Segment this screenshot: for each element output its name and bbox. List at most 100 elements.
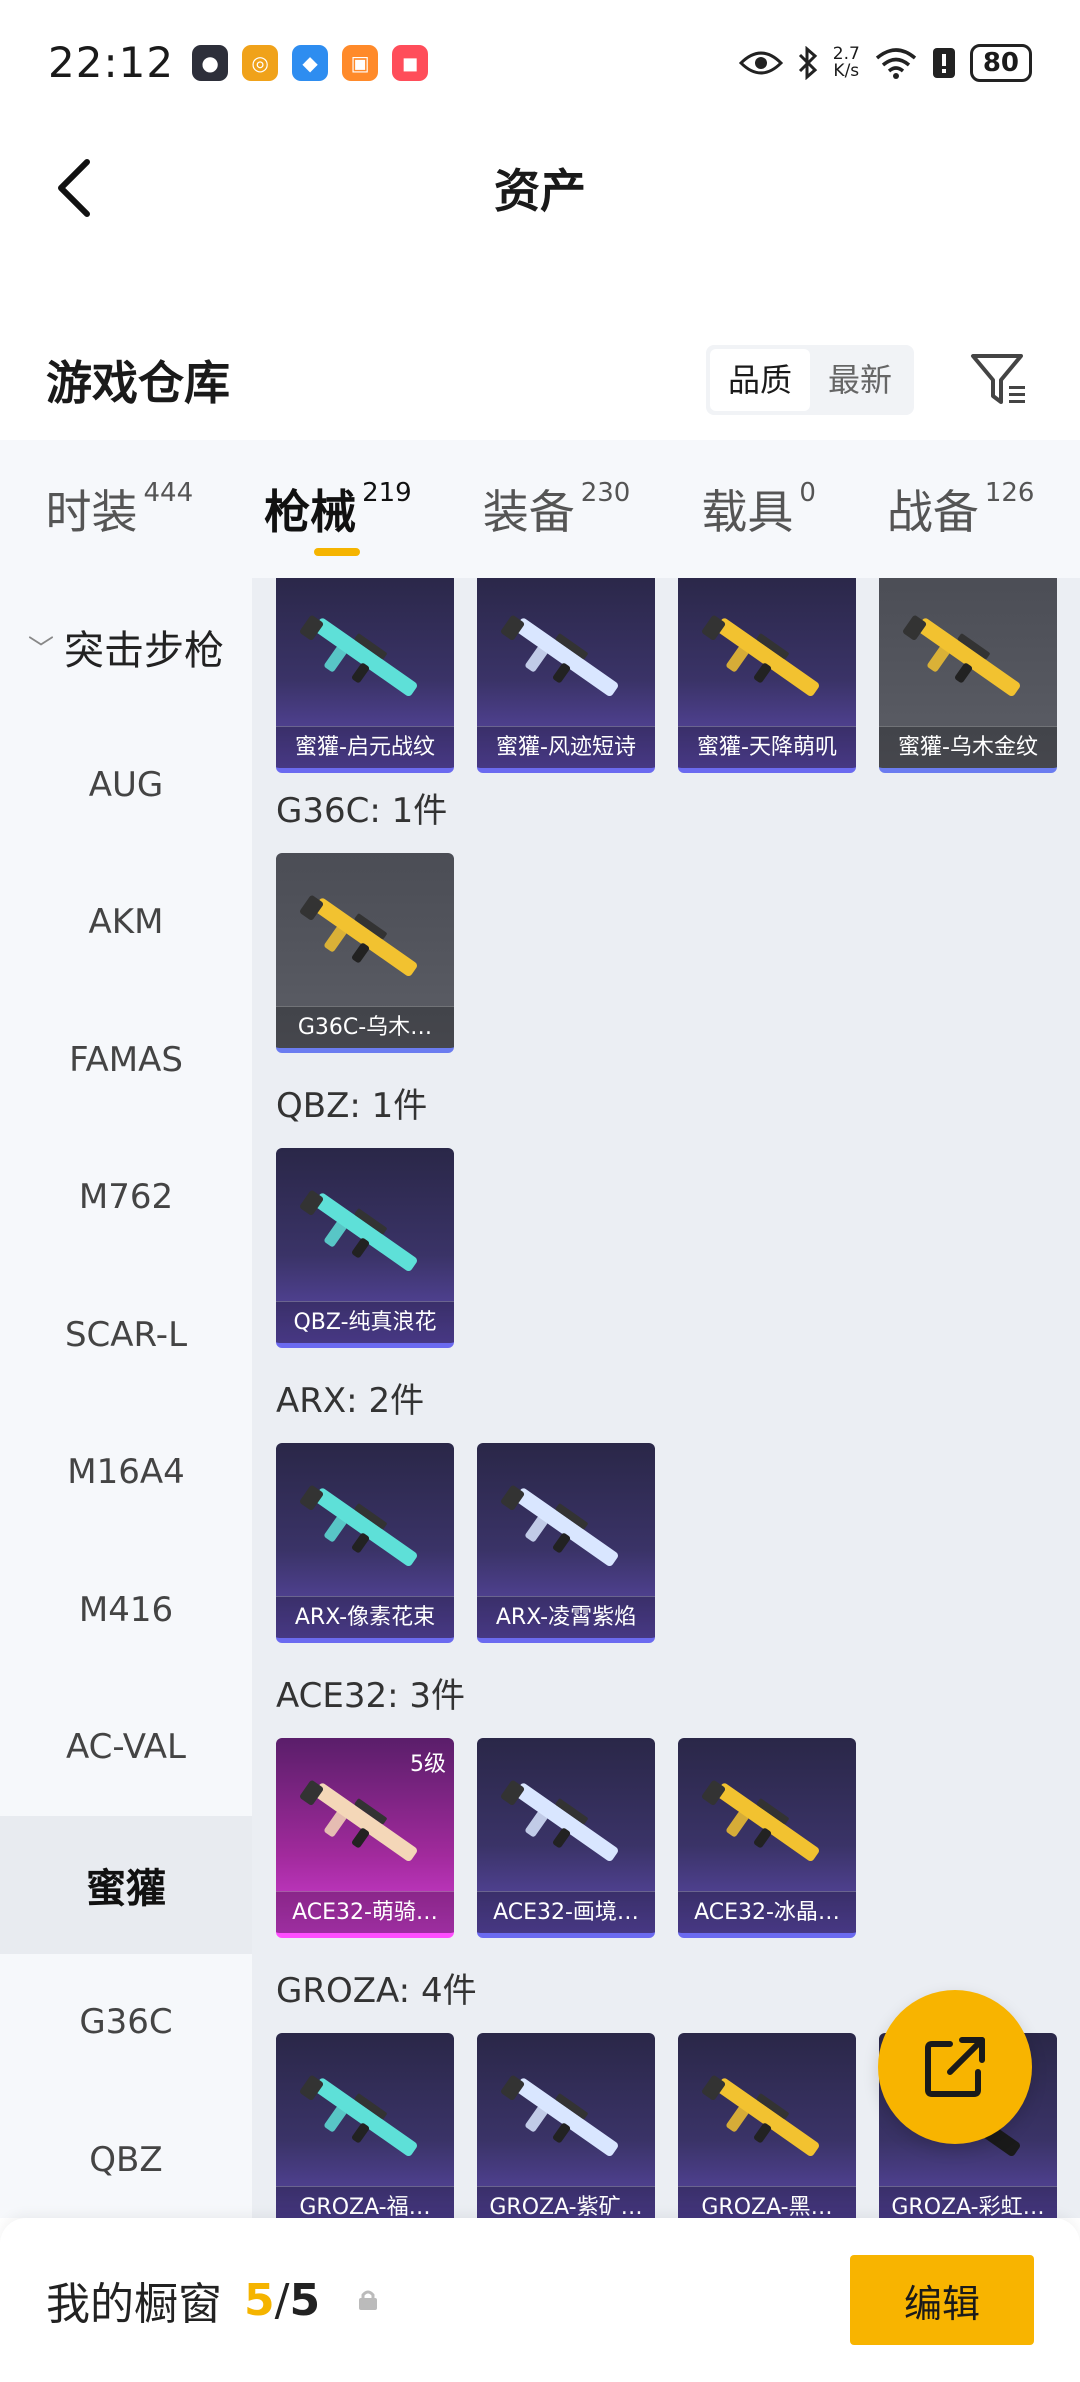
lock-icon [356, 2288, 380, 2312]
gun-skin-image [300, 1190, 417, 1272]
skin-name: ACE32-画境… [477, 1891, 655, 1933]
status-right: 2.7 K/s 80 [738, 43, 1032, 82]
back-button[interactable] [40, 153, 110, 223]
skin-name: 蜜獾-启元战纹 [276, 726, 454, 768]
sidebar-item-famas[interactable]: FAMAS [0, 991, 252, 1129]
share-out-icon [925, 2037, 985, 2097]
alert-icon [932, 47, 955, 78]
skin-card[interactable]: ACE32-冰晶… [678, 1738, 856, 1938]
gun-skin-image [702, 615, 819, 697]
group-title: ARX: 2件 [276, 1381, 425, 1421]
skin-name: 蜜獾-风迹短诗 [477, 726, 655, 768]
sidebar-item-ac-val[interactable]: AC-VAL [0, 1679, 252, 1817]
tab-label: 载具 [701, 485, 794, 539]
skin-level-badge: 5级 [410, 1752, 446, 1777]
gun-skin-image [501, 1780, 618, 1862]
share-button[interactable] [878, 1990, 1032, 2144]
skin-card[interactable]: QBZ-纯真浪花 [276, 1148, 454, 1348]
filter-button[interactable] [964, 345, 1034, 415]
skin-card[interactable]: GROZA-紫矿… [477, 2033, 655, 2218]
gun-skin-image [300, 895, 417, 977]
group-title: GROZA: 4件 [276, 1971, 477, 2011]
warehouse-bar: 游戏仓库 品质 最新 [0, 320, 1080, 440]
tab-label: 战备 [886, 485, 979, 539]
tab-supplies[interactable]: 战备 126 [887, 476, 1035, 542]
showcase-label: 我的橱窗 [46, 2279, 222, 2330]
skin-card[interactable]: ACE32-画境… [477, 1738, 655, 1938]
tab-count: 126 [984, 478, 1035, 508]
skin-card[interactable]: ARX-凌霄紫焰 [477, 1443, 655, 1643]
sidebar-item-m16a4[interactable]: M16A4 [0, 1404, 252, 1542]
skin-name: GROZA-紫矿… [477, 2186, 655, 2218]
skin-card[interactable]: GROZA-福… [276, 2033, 454, 2218]
gun-skin-image [501, 2075, 618, 2157]
sidebar-item-m762[interactable]: M762 [0, 1129, 252, 1267]
showcase-total-count: 5 [289, 2274, 321, 2326]
skin-card[interactable]: 蜜獾-启元战纹 [276, 578, 454, 773]
sidebar-item-aug[interactable]: AUG [0, 716, 252, 854]
tab-count: 444 [143, 478, 194, 508]
group-title: QBZ: 1件 [276, 1086, 428, 1126]
skin-name: ACE32-冰晶… [678, 1891, 856, 1933]
skin-card[interactable]: G36C-乌木… [276, 853, 454, 1053]
skin-card[interactable]: ARX-像素花束 [276, 1443, 454, 1643]
sidebar-item-qbz[interactable]: QBZ [0, 2091, 252, 2229]
skin-card[interactable]: 蜜獾-乌木金纹 [879, 578, 1057, 773]
sidebar-item-m416[interactable]: M416 [0, 1541, 252, 1679]
group-title: G36C: 1件 [276, 791, 448, 831]
sidebar-item-honey-badger[interactable]: 蜜獾 [0, 1816, 252, 1954]
tab-equipment[interactable]: 装备 230 [483, 476, 631, 542]
showcase-bar: 我的橱窗 5 / 5 编辑 [0, 2218, 1080, 2382]
page: 22:12 ● ◎ ◆ ▣ ◼ 2.7 K/s 80 资产 游戏仓库 品质 最新… [0, 0, 1080, 2382]
notification-icons: ● ◎ ◆ ▣ ◼ [192, 44, 429, 81]
skin-name: ARX-像素花束 [276, 1596, 454, 1638]
game-app-icon: ● [192, 44, 229, 81]
filter-icon [971, 354, 1025, 404]
status-bar: 22:12 ● ◎ ◆ ▣ ◼ 2.7 K/s 80 [0, 0, 1080, 125]
tab-fashion[interactable]: 时装 444 [45, 476, 193, 542]
skin-name: GROZA-福… [276, 2186, 454, 2218]
tab-vehicles[interactable]: 载具 0 [701, 476, 816, 542]
gun-skin-image [300, 2075, 417, 2157]
page-header: 资产 [0, 125, 1080, 250]
gun-skin-image [300, 615, 417, 697]
skin-name: QBZ-纯真浪花 [276, 1301, 454, 1343]
skin-name: ACE32-萌骑… [276, 1891, 454, 1933]
gun-skin-image [300, 1780, 417, 1862]
net-speed: 2.7 K/s [832, 43, 860, 80]
gamepad-app-icon: ▣ [342, 44, 379, 81]
sort-newest-button[interactable]: 最新 [810, 349, 910, 411]
pubg-app-icon: ◎ [242, 44, 279, 81]
sidebar-item-akm[interactable]: AKM [0, 854, 252, 992]
status-time: 22:12 [48, 38, 175, 87]
sidebar-category-label: 突击步枪 [64, 628, 224, 674]
skin-card[interactable]: 5级 ACE32-萌骑… [276, 1738, 454, 1938]
sidebar-category-header[interactable]: ﹀ 突击步枪 [0, 578, 252, 716]
sort-quality-button[interactable]: 品质 [709, 349, 810, 411]
showcase-current-count: 5 [244, 2274, 275, 2326]
skin-card[interactable]: 蜜獾-天降萌叽 [678, 578, 856, 773]
tab-guns[interactable]: 枪械 219 [264, 476, 412, 556]
tab-label: 装备 [482, 485, 575, 539]
skin-card[interactable]: 蜜獾-风迹短诗 [477, 578, 655, 773]
sort-toggle: 品质 最新 [705, 345, 914, 415]
sidebar-item-scar-l[interactable]: SCAR-L [0, 1266, 252, 1404]
skin-name: GROZA-黑… [678, 2186, 856, 2218]
gun-skin-image [501, 1485, 618, 1567]
tab-count: 230 [580, 478, 631, 508]
sidebar-item-g36c[interactable]: G36C [0, 1954, 252, 2092]
category-tabs: 时装 444 枪械 219 装备 230 载具 0 战备 126 [0, 440, 1080, 578]
group-title: ACE32: 3件 [276, 1676, 466, 1716]
eye-icon [738, 51, 783, 74]
tab-label: 时装 [45, 485, 138, 539]
shopping-app-icon: ◼ [392, 44, 429, 81]
bluetooth-icon [798, 45, 817, 80]
back-arrow-icon [58, 159, 90, 217]
skin-name: ARX-凌霄紫焰 [477, 1596, 655, 1638]
skin-card[interactable]: GROZA-黑… [678, 2033, 856, 2218]
warehouse-title: 游戏仓库 [46, 356, 230, 410]
weapon-sidebar: ﹀ 突击步枪 AUG AKM FAMAS M762 SCAR-L M16A4 M… [0, 578, 252, 2218]
edit-button[interactable]: 编辑 [850, 2255, 1034, 2345]
gun-skin-image [702, 1780, 819, 1862]
net-speed-value: 2.7 [832, 43, 860, 64]
